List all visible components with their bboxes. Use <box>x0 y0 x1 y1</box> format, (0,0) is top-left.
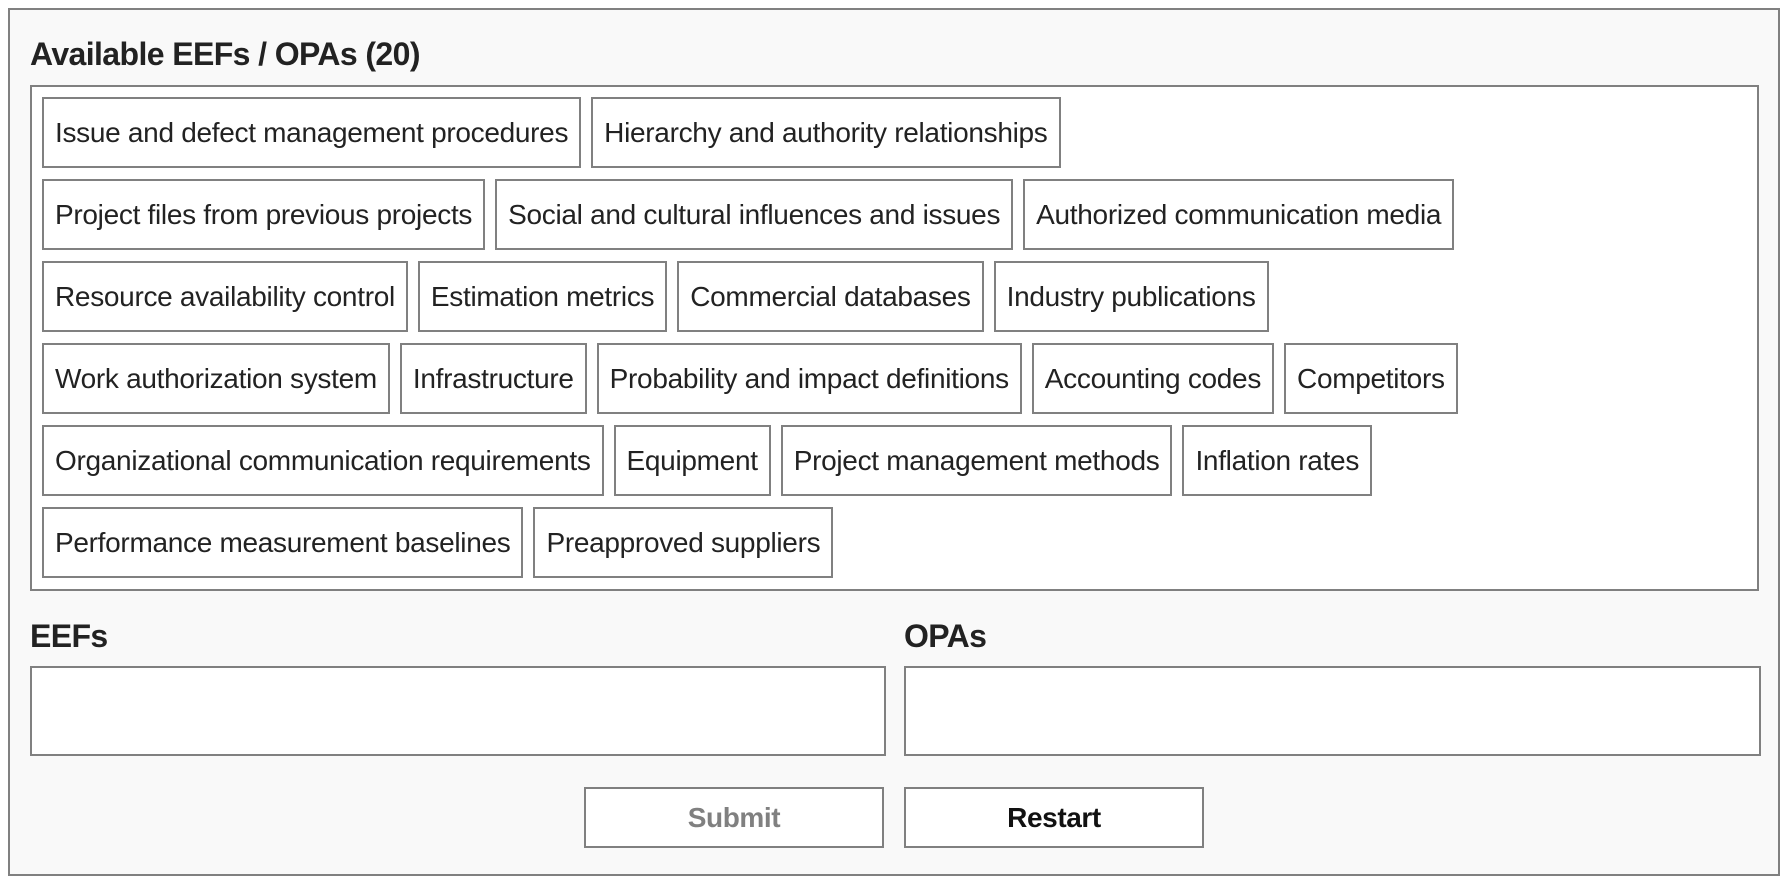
available-items-rows: Issue and defect management procedures Hi… <box>42 97 1458 589</box>
opas-label: OPAs <box>904 618 987 654</box>
draggable-item-chip[interactable]: Competitors <box>1284 343 1458 414</box>
opas-dropzone[interactable] <box>904 666 1761 756</box>
chip-row: Work authorization system Infrastructure P… <box>42 343 1458 414</box>
restart-button[interactable]: Restart <box>904 787 1204 848</box>
draggable-item-chip[interactable]: Equipment <box>613 425 771 496</box>
draggable-item-chip[interactable]: Accounting codes <box>1031 343 1275 414</box>
draggable-item-chip[interactable]: Social and cultural influences and issue… <box>495 179 1014 250</box>
draggable-item-chip[interactable]: Hierarchy and authority relationships <box>591 97 1061 168</box>
draggable-item-chip[interactable]: Work authorization system <box>42 343 390 414</box>
draggable-item-chip[interactable]: Inflation rates <box>1182 425 1373 496</box>
draggable-item-chip[interactable]: Organizational communication requirement… <box>42 425 604 496</box>
eefs-dropzone[interactable] <box>30 666 886 756</box>
chip-row: Issue and defect management procedures Hi… <box>42 97 1458 168</box>
draggable-item-chip[interactable]: Performance measurement baselines <box>42 507 524 578</box>
draggable-item-chip[interactable]: Industry publications <box>993 261 1269 332</box>
chip-row: Project files from previous projects Soci… <box>42 179 1458 250</box>
chip-row: Organizational communication requirement… <box>42 425 1458 496</box>
available-items-pool[interactable]: Issue and defect management procedures Hi… <box>30 85 1759 591</box>
draggable-item-chip[interactable]: Commercial databases <box>677 261 984 332</box>
draggable-item-chip[interactable]: Project files from previous projects <box>42 179 486 250</box>
chip-row: Resource availability control Estimation … <box>42 261 1458 332</box>
eefs-label: EEFs <box>30 618 108 654</box>
chip-row: Performance measurement baselines Preappr… <box>42 507 1458 578</box>
draggable-item-chip[interactable]: Infrastructure <box>399 343 587 414</box>
sorting-activity-panel: Available EEFs / OPAs (20) Issue and def… <box>8 8 1780 876</box>
draggable-item-chip[interactable]: Resource availability control <box>42 261 408 332</box>
draggable-item-chip[interactable]: Project management methods <box>780 425 1173 496</box>
draggable-item-chip[interactable]: Preapproved suppliers <box>533 507 834 578</box>
draggable-item-chip[interactable]: Probability and impact definitions <box>596 343 1022 414</box>
submit-button[interactable]: Submit <box>584 787 884 848</box>
draggable-item-chip[interactable]: Issue and defect management procedures <box>42 97 582 168</box>
draggable-item-chip[interactable]: Estimation metrics <box>417 261 668 332</box>
draggable-item-chip[interactable]: Authorized communication media <box>1023 179 1455 250</box>
available-items-title: Available EEFs / OPAs (20) <box>30 36 420 72</box>
